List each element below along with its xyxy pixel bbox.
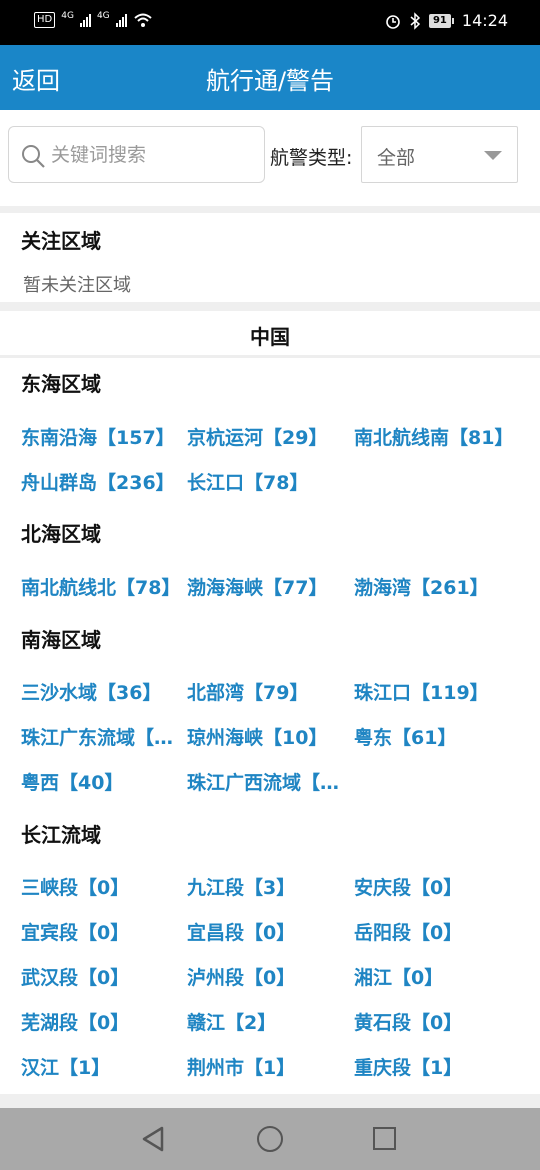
region-title: 南海区域 <box>21 628 101 652</box>
region-title: 东海区域 <box>21 372 101 396</box>
area-link[interactable]: 九江段【3】 <box>187 873 347 900</box>
area-link[interactable]: 安庆段【0】 <box>354 873 534 900</box>
section-divider <box>0 302 540 311</box>
country-name: 中国 <box>250 325 290 349</box>
area-link[interactable]: 武汉段【0】 <box>21 963 181 990</box>
wifi-icon <box>133 13 152 27</box>
country-divider <box>0 355 540 358</box>
sim1-network-label: 4G <box>61 11 74 21</box>
search-row: 航警类型: 全部 <box>0 110 540 206</box>
search-icon <box>22 145 45 168</box>
area-link[interactable]: 京杭运河【29】 <box>187 423 347 450</box>
area-link[interactable]: 珠江广东流域【… <box>21 723 183 750</box>
page-title: 航行通/警告 <box>205 67 335 95</box>
clock: 14:24 <box>461 11 508 30</box>
signal-icon <box>115 13 127 27</box>
area-link[interactable]: 渤海湾【261】 <box>354 573 534 600</box>
circle-home-icon[interactable] <box>257 1126 283 1152</box>
area-link[interactable]: 琼州海峡【10】 <box>187 723 347 750</box>
status-left: HD 4G 4G <box>34 11 153 28</box>
bluetooth-icon <box>410 11 421 30</box>
search-box[interactable] <box>8 126 265 183</box>
area-link[interactable]: 南北航线北【78】 <box>21 573 184 600</box>
followed-areas-title: 关注区域 <box>21 229 101 253</box>
hd-indicator: HD <box>34 12 56 28</box>
warning-type-value: 全部 <box>377 147 416 169</box>
chevron-down-icon <box>484 151 502 160</box>
area-link[interactable]: 芜湖段【0】 <box>21 1008 181 1035</box>
section-divider <box>0 206 540 213</box>
battery-level: 91 <box>428 13 451 28</box>
area-link[interactable]: 三沙水域【36】 <box>21 678 181 705</box>
followed-areas-empty-text: 暂未关注区域 <box>23 275 131 296</box>
area-link[interactable]: 珠江口【119】 <box>354 678 534 705</box>
area-link[interactable]: 北部湾【79】 <box>187 678 347 705</box>
area-link[interactable]: 粤东【61】 <box>354 723 534 750</box>
warning-type-select[interactable]: 全部 <box>361 126 518 183</box>
signal-icon <box>79 13 91 27</box>
area-link[interactable]: 荆州市【1】 <box>187 1053 347 1080</box>
area-link[interactable]: 岳阳段【0】 <box>354 918 534 945</box>
area-link[interactable]: 南北航线南【81】 <box>354 423 534 450</box>
area-link[interactable]: 宜宾段【0】 <box>21 918 181 945</box>
area-link[interactable]: 渤海海峡【77】 <box>187 573 347 600</box>
country-header: 中国 <box>0 311 540 355</box>
area-link[interactable]: 宜昌段【0】 <box>187 918 347 945</box>
alarm-icon <box>386 14 400 29</box>
area-link[interactable]: 湘江【0】 <box>354 963 534 990</box>
warning-type-label: 航警类型: <box>270 147 353 169</box>
sim2-network-label: 4G <box>96 11 110 21</box>
search-input[interactable] <box>51 135 256 175</box>
area-link[interactable]: 长江口【78】 <box>187 468 347 495</box>
area-link[interactable]: 东南沿海【157】 <box>21 423 181 450</box>
followed-areas-section: 关注区域 暂未关注区域 <box>0 213 540 302</box>
area-link[interactable]: 赣江【2】 <box>187 1008 347 1035</box>
area-link[interactable]: 珠江广西流域【… <box>187 768 349 795</box>
area-link[interactable]: 汉江【1】 <box>21 1053 181 1080</box>
region-title: 长江流域 <box>21 823 101 847</box>
status-right: 91 14:24 <box>385 11 508 30</box>
bottom-divider <box>0 1094 540 1108</box>
system-nav-bar <box>0 1108 540 1170</box>
area-link[interactable]: 粤西【40】 <box>21 768 181 795</box>
area-link[interactable]: 舟山群岛【236】 <box>21 468 181 495</box>
area-link[interactable]: 泸州段【0】 <box>187 963 347 990</box>
battery-icon: 91 <box>428 13 454 28</box>
status-bar: HD 4G 4G 91 14:24 <box>0 0 540 45</box>
triangle-back-icon[interactable] <box>140 1125 166 1153</box>
area-link[interactable]: 三峡段【0】 <box>21 873 181 900</box>
area-link[interactable]: 重庆段【1】 <box>354 1053 534 1080</box>
area-link[interactable]: 黄石段【0】 <box>354 1008 534 1035</box>
region-title: 北海区域 <box>21 522 101 546</box>
app-header: 返回 航行通/警告 <box>0 45 540 110</box>
square-recent-icon[interactable] <box>373 1127 396 1150</box>
